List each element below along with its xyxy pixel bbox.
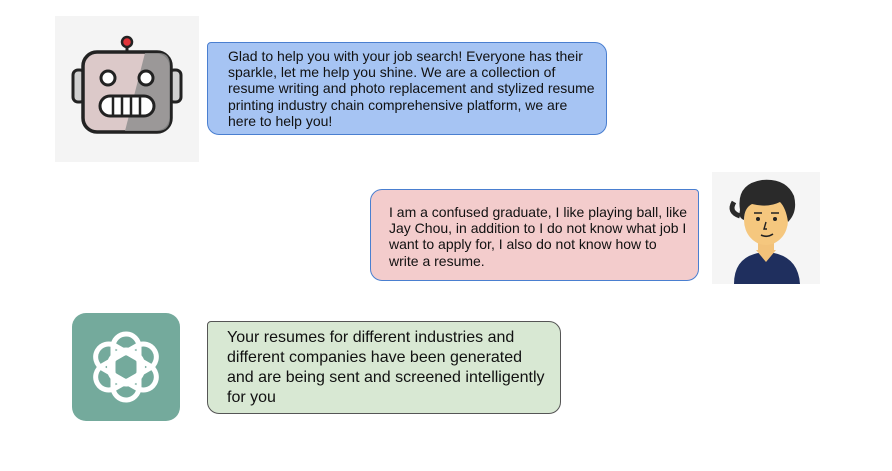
message-text: Glad to help you with your job search! E… [228,48,595,129]
robot-icon [55,16,199,162]
message-text: Your resumes for different industries an… [227,329,545,406]
bot-message-bubble: Glad to help you with your job search! E… [207,42,607,135]
message-text: I am a confused graduate, I like playing… [389,204,688,269]
assistant-message-bubble: Your resumes for different industries an… [207,321,561,414]
openai-logo-icon [72,313,180,421]
user-avatar-icon [712,172,820,284]
user-message-bubble: I am a confused graduate, I like playing… [370,189,699,281]
